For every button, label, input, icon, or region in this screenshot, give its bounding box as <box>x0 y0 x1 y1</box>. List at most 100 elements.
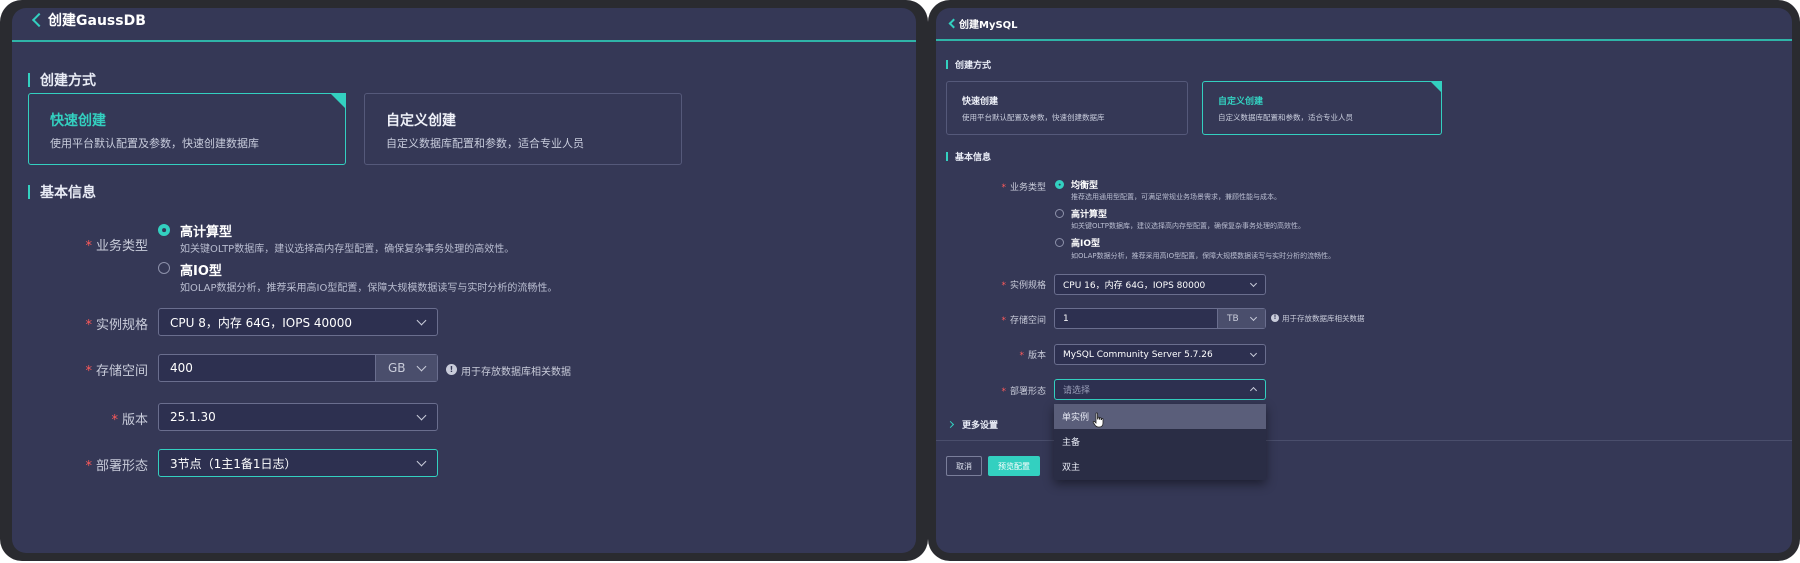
spec-label: * 实例规格 <box>85 318 148 333</box>
radio-balanced[interactable] <box>1055 180 1064 189</box>
dropdown-option-single[interactable]: 单实例 <box>1054 404 1266 429</box>
spec-select[interactable]: CPU 16，内存 64G，IOPS 80000 <box>1054 274 1266 295</box>
storage-input[interactable]: 1 TB <box>1054 308 1266 329</box>
section-create-method: 创建方式 <box>28 70 96 90</box>
spec-select[interactable]: CPU 8，内存 64G，IOPS 40000 <box>158 308 438 336</box>
option-title: 均衡型 <box>1071 181 1099 191</box>
chevron-down-icon <box>416 361 427 372</box>
card-desc: 使用平台默认配置及参数，快速创建数据库 <box>962 113 1105 122</box>
chevron-down-icon <box>1249 279 1258 288</box>
option-desc: 推荐选用通用型配置，可满足常规业务场景需求，兼顾性能与成本。 <box>1071 193 1281 201</box>
chevron-up-icon <box>1249 386 1258 395</box>
version-select[interactable]: 25.1.30 <box>158 403 438 431</box>
storage-unit-value: TB <box>1227 313 1239 324</box>
section-basic-info: 基本信息 <box>946 150 991 163</box>
chevron-down-icon <box>416 456 427 467</box>
section-marker <box>28 185 30 199</box>
deploy-select[interactable]: 请选择 <box>1054 379 1266 400</box>
business-type-label: * 业务类型 <box>85 239 148 254</box>
card-desc: 使用平台默认配置及参数，快速创建数据库 <box>50 137 259 150</box>
option-desc: 如关键OLTP数据库，建议选择高内存型配置，确保复杂事务处理的高效性。 <box>1071 222 1305 230</box>
deploy-dropdown-menu: 单实例 主备 双主 <box>1054 404 1266 480</box>
version-select[interactable]: MySQL Community Server 5.7.26 <box>1054 344 1266 365</box>
version-label: * 版本 <box>1019 351 1046 361</box>
card-title: 自定义创建 <box>1218 97 1264 107</box>
version-value: MySQL Community Server 5.7.26 <box>1063 349 1213 360</box>
option-title: 高计算型 <box>180 225 233 240</box>
more-settings-toggle[interactable]: 更多设置 <box>962 418 998 431</box>
card-custom-create[interactable]: 自定义创建 自定义数据库配置和参数，适合专业人员 <box>1202 81 1442 135</box>
chevron-down-icon <box>416 410 427 421</box>
right-device-frame: 创建MySQL 创建方式 快速创建 使用平台默认配置及参数，快速创建数据库 自定… <box>928 0 1800 561</box>
option-desc: 如关键OLTP数据库，建议选择高内存型配置，确保复杂事务处理的高效性。 <box>180 244 515 255</box>
card-desc: 自定义数据库配置和参数，适合专业人员 <box>386 137 584 150</box>
option-desc: 如OLAP数据分析，推荐采用高IO型配置，保障大规模数据读写与实时分析的流畅性。 <box>180 283 558 294</box>
chevron-down-icon <box>1249 313 1258 322</box>
card-title: 快速创建 <box>962 97 999 107</box>
radio-high-compute[interactable] <box>1055 209 1064 218</box>
dropdown-option-dual-primary[interactable]: 双主 <box>1054 454 1266 479</box>
gaussdb-create-screen: 创建GaussDB 创建方式 快速创建 使用平台默认配置及参数，快速创建数据库 … <box>12 8 916 553</box>
cancel-button[interactable]: 取消 <box>946 456 982 476</box>
deploy-label: * 部署形态 <box>85 459 148 474</box>
radio-high-compute[interactable] <box>158 224 170 236</box>
section-title-basic: 基本信息 <box>955 153 992 163</box>
hand-pointer-icon <box>1092 412 1104 428</box>
version-value: 25.1.30 <box>170 410 216 424</box>
chevron-down-icon <box>416 315 427 326</box>
back-chevron-icon[interactable] <box>948 18 959 29</box>
spec-value: CPU 16，内存 64G，IOPS 80000 <box>1063 281 1206 291</box>
chevron-down-icon <box>1249 349 1258 358</box>
section-basic-info: 基本信息 <box>28 182 96 202</box>
deploy-label: * 部署形态 <box>1001 387 1046 397</box>
version-label: * 版本 <box>111 413 148 428</box>
storage-value: 1 <box>1063 313 1069 324</box>
storage-hint: 用于存放数据库相关数据 <box>1282 314 1365 323</box>
deploy-value: 3节点（1主1备1日志） <box>170 456 297 471</box>
left-device-frame: 创建GaussDB 创建方式 快速创建 使用平台默认配置及参数，快速创建数据库 … <box>0 0 928 561</box>
radio-high-io[interactable] <box>1055 238 1064 247</box>
radio-high-io[interactable] <box>158 262 170 274</box>
card-custom-create[interactable]: 自定义创建 自定义数据库配置和参数，适合专业人员 <box>364 93 682 165</box>
header-divider <box>936 39 1792 41</box>
page-title: 创建MySQL <box>959 20 1018 31</box>
option-title: 高计算型 <box>1071 210 1108 220</box>
storage-hint: 用于存放数据库相关数据 <box>461 367 571 378</box>
section-title-create: 创建方式 <box>955 61 992 71</box>
dropdown-option-primary-standby[interactable]: 主备 <box>1054 429 1266 454</box>
storage-unit-select[interactable]: TB <box>1217 309 1265 328</box>
storage-unit-value: GB <box>388 361 406 375</box>
section-title-basic: 基本信息 <box>40 185 96 201</box>
deploy-placeholder: 请选择 <box>1063 386 1091 396</box>
storage-input[interactable]: 400 GB <box>158 354 438 382</box>
spec-label: * 实例规格 <box>1001 281 1046 291</box>
storage-label: * 存储空间 <box>85 364 148 379</box>
info-icon: ! <box>1271 314 1279 322</box>
header: 创建MySQL <box>936 8 1792 38</box>
info-icon: ! <box>446 364 457 375</box>
section-marker <box>946 152 948 161</box>
chevron-right-icon[interactable] <box>946 420 955 429</box>
back-chevron-icon[interactable] <box>31 12 47 28</box>
header-divider <box>12 40 916 42</box>
business-type-label: * 业务类型 <box>1001 183 1046 193</box>
section-marker <box>28 73 30 87</box>
card-quick-create[interactable]: 快速创建 使用平台默认配置及参数，快速创建数据库 <box>946 81 1188 135</box>
option-desc: 如OLAP数据分析，推荐采用高IO型配置，保障大规模数据读写与实时分析的流畅性。 <box>1071 252 1336 260</box>
section-create-method: 创建方式 <box>946 58 991 71</box>
deploy-select[interactable]: 3节点（1主1备1日志） <box>158 449 438 477</box>
preview-config-button[interactable]: 预览配置 <box>988 456 1040 476</box>
storage-label: * 存储空间 <box>1001 316 1046 326</box>
option-title: 高IO型 <box>180 264 222 279</box>
section-marker <box>946 60 948 69</box>
selected-corner-icon <box>1430 81 1442 93</box>
header: 创建GaussDB <box>12 8 916 32</box>
card-quick-create[interactable]: 快速创建 使用平台默认配置及参数，快速创建数据库 <box>28 93 346 165</box>
card-desc: 自定义数据库配置和参数，适合专业人员 <box>1218 113 1353 122</box>
storage-value: 400 <box>170 361 193 375</box>
card-title: 自定义创建 <box>386 113 456 129</box>
selected-corner-icon <box>330 93 346 109</box>
page-title: 创建GaussDB <box>48 13 146 29</box>
card-title: 快速创建 <box>50 113 106 129</box>
storage-unit-select[interactable]: GB <box>375 355 437 381</box>
